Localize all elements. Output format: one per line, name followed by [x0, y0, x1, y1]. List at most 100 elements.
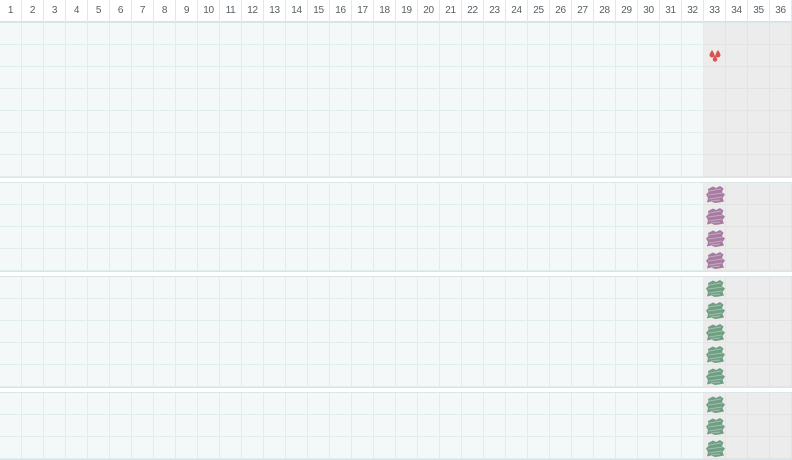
grid-cell[interactable]	[308, 321, 330, 343]
grid-cell[interactable]	[616, 89, 638, 111]
grid-cell[interactable]	[572, 321, 594, 343]
grid-cell[interactable]	[682, 89, 704, 111]
grid-cell[interactable]	[0, 393, 22, 415]
grid-cell[interactable]	[484, 155, 506, 177]
grid-cell[interactable]	[682, 299, 704, 321]
grid-cell[interactable]	[286, 299, 308, 321]
grid-cell[interactable]	[242, 437, 264, 459]
grid-cell[interactable]	[0, 89, 22, 111]
grid-cell[interactable]	[418, 299, 440, 321]
grid-cell[interactable]	[132, 365, 154, 387]
grid-cell[interactable]	[308, 89, 330, 111]
grid-cell[interactable]	[154, 67, 176, 89]
grid-cell[interactable]	[770, 23, 792, 45]
grid-cell[interactable]	[132, 277, 154, 299]
grid-cell[interactable]	[330, 299, 352, 321]
grid-cell[interactable]	[308, 67, 330, 89]
grid-cell[interactable]	[352, 299, 374, 321]
grid-cell[interactable]	[330, 343, 352, 365]
grid-cell[interactable]	[440, 321, 462, 343]
grid-cell[interactable]	[440, 133, 462, 155]
grid-cell[interactable]	[0, 67, 22, 89]
grid-cell[interactable]	[704, 89, 726, 111]
grid-cell[interactable]	[132, 227, 154, 249]
grid-cell[interactable]	[396, 111, 418, 133]
grid-cell[interactable]	[242, 45, 264, 67]
grid-cell[interactable]	[286, 111, 308, 133]
grid-cell[interactable]	[176, 415, 198, 437]
grid-cell[interactable]	[572, 249, 594, 271]
grid-cell[interactable]	[594, 343, 616, 365]
grid-cell[interactable]	[242, 299, 264, 321]
scribble-mark-icon[interactable]	[704, 437, 726, 459]
grid-cell[interactable]	[0, 321, 22, 343]
grid-cell[interactable]	[330, 67, 352, 89]
grid-cell[interactable]	[110, 343, 132, 365]
grid-cell[interactable]	[374, 111, 396, 133]
grid-cell[interactable]	[484, 393, 506, 415]
grid-cell[interactable]	[0, 415, 22, 437]
grid-cell[interactable]	[550, 277, 572, 299]
grid-cell[interactable]	[726, 205, 748, 227]
grid-cell[interactable]	[726, 23, 748, 45]
grid-cell[interactable]	[396, 155, 418, 177]
grid-cell[interactable]	[660, 183, 682, 205]
grid-cell[interactable]	[726, 365, 748, 387]
grid-cell[interactable]	[374, 89, 396, 111]
grid-cell[interactable]	[418, 45, 440, 67]
grid-cell[interactable]	[286, 183, 308, 205]
grid-cell[interactable]	[44, 343, 66, 365]
grid-cell[interactable]	[594, 437, 616, 459]
grid-cell[interactable]	[726, 111, 748, 133]
grid-cell[interactable]	[352, 45, 374, 67]
grid-cell[interactable]	[374, 227, 396, 249]
grid-cell[interactable]	[594, 299, 616, 321]
grid-cell[interactable]	[220, 23, 242, 45]
grid-cell[interactable]	[748, 365, 770, 387]
grid-cell[interactable]	[418, 437, 440, 459]
grid-cell[interactable]	[506, 45, 528, 67]
grid-cell[interactable]	[660, 89, 682, 111]
grid-cell[interactable]	[748, 343, 770, 365]
grid-cell[interactable]	[484, 365, 506, 387]
grid-cell[interactable]	[572, 111, 594, 133]
grid-cell[interactable]	[308, 343, 330, 365]
grid-cell[interactable]	[0, 277, 22, 299]
grid-cell[interactable]	[770, 89, 792, 111]
grid-cell[interactable]	[66, 299, 88, 321]
grid-cell[interactable]	[286, 155, 308, 177]
grid-cell[interactable]	[506, 415, 528, 437]
grid-cell[interactable]	[594, 205, 616, 227]
grid-cell[interactable]	[704, 133, 726, 155]
grid-cell[interactable]	[462, 277, 484, 299]
grid-cell[interactable]	[374, 299, 396, 321]
grid-cell[interactable]	[616, 437, 638, 459]
grid-cell[interactable]	[550, 299, 572, 321]
grid-cell[interactable]	[88, 183, 110, 205]
grid-cell[interactable]	[638, 133, 660, 155]
grid-cell[interactable]	[88, 155, 110, 177]
grid-cell[interactable]	[550, 23, 572, 45]
grid-cell[interactable]	[682, 415, 704, 437]
grid-cell[interactable]	[44, 133, 66, 155]
grid-cell[interactable]	[638, 111, 660, 133]
grid-cell[interactable]	[66, 415, 88, 437]
grid-cell[interactable]	[132, 205, 154, 227]
grid-cell[interactable]	[550, 249, 572, 271]
grid-cell[interactable]	[220, 133, 242, 155]
grid-cell[interactable]	[484, 183, 506, 205]
grid-cell[interactable]	[440, 45, 462, 67]
grid-cell[interactable]	[616, 133, 638, 155]
grid-cell[interactable]	[418, 67, 440, 89]
grid-cell[interactable]	[528, 415, 550, 437]
grid-cell[interactable]	[176, 111, 198, 133]
grid-cell[interactable]	[242, 183, 264, 205]
grid-cell[interactable]	[132, 183, 154, 205]
grid-cell[interactable]	[704, 23, 726, 45]
grid-cell[interactable]	[440, 67, 462, 89]
grid-cell[interactable]	[88, 277, 110, 299]
grid-cell[interactable]	[66, 227, 88, 249]
grid-cell[interactable]	[506, 321, 528, 343]
grid-cell[interactable]	[176, 45, 198, 67]
grid-cell[interactable]	[220, 437, 242, 459]
